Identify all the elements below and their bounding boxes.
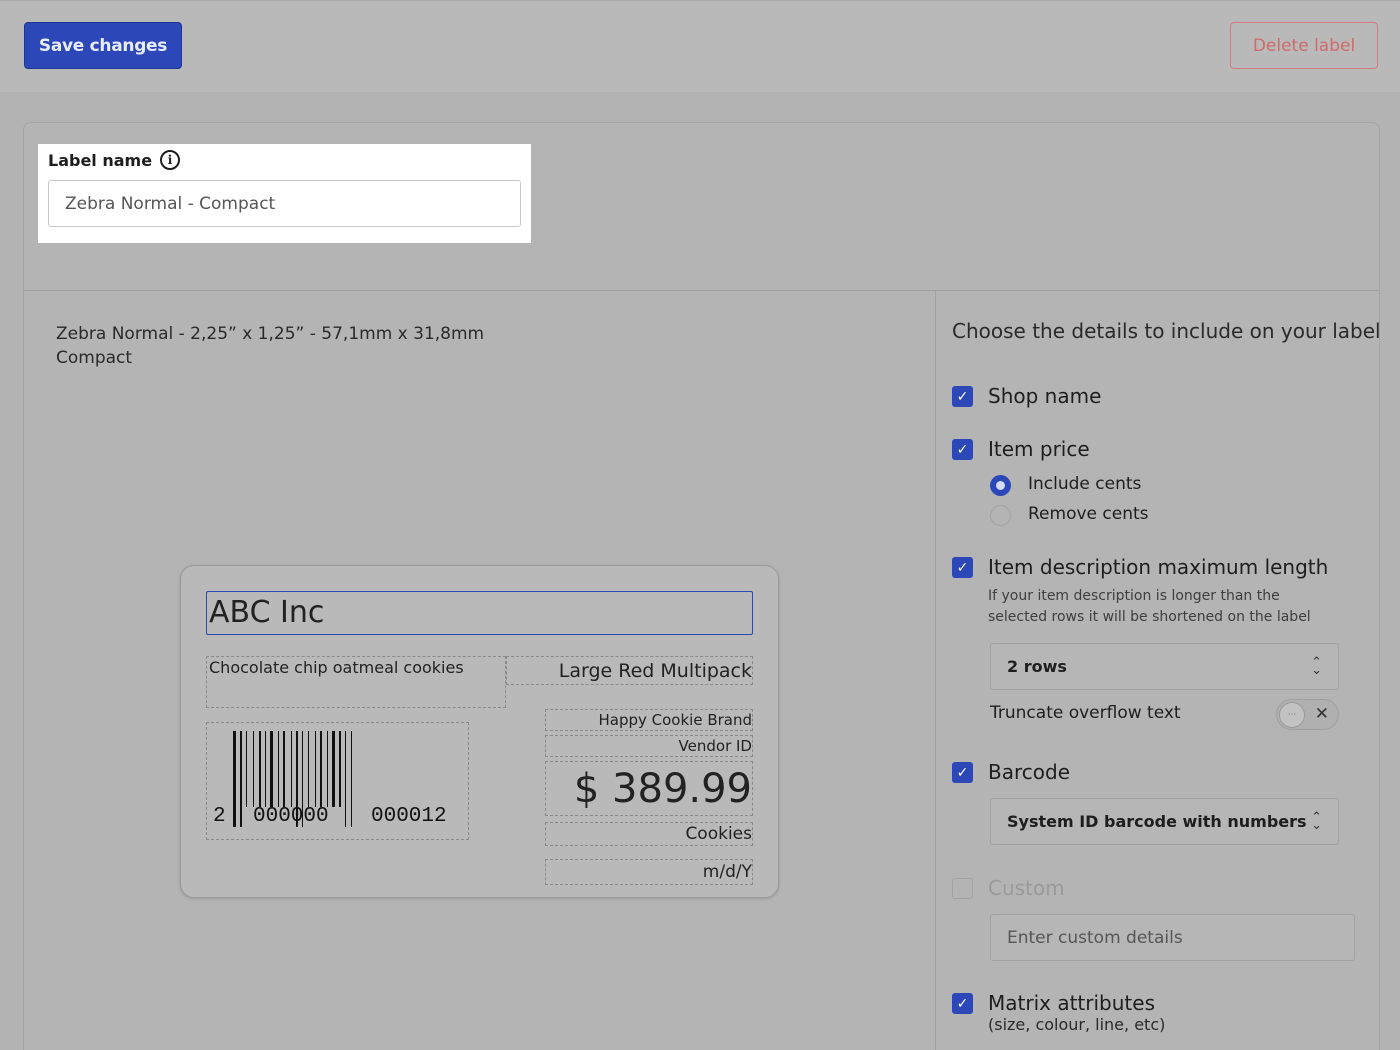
info-icon[interactable]: i	[160, 150, 181, 170]
barcode-bar	[308, 731, 309, 807]
barcode-left-digits: 000000	[253, 805, 329, 828]
barcode-bar	[246, 731, 247, 807]
close-icon: ✕	[1314, 704, 1329, 724]
item-price-checkbox[interactable]: ✓	[952, 439, 973, 460]
barcode-bar	[351, 731, 352, 827]
preview-shop-name[interactable]: ABC Inc	[206, 591, 753, 635]
matrix-attributes-sub: (size, colour, line, etc)	[988, 1015, 1166, 1034]
label-name-heading: Label name i	[48, 150, 181, 170]
barcode-bar	[320, 731, 322, 807]
barcode-bar	[233, 731, 236, 827]
matrix-attributes-label[interactable]: Matrix attributes	[988, 991, 1155, 1015]
preview-category[interactable]: Cookies	[545, 822, 753, 846]
shop-name-checkbox[interactable]: ✓	[952, 386, 973, 407]
barcode-bar	[253, 731, 254, 807]
preview-vendor-id[interactable]: Vendor ID	[545, 735, 753, 757]
preview-variant[interactable]: Large Red Multipack	[506, 656, 753, 685]
barcode-bar	[327, 731, 328, 807]
barcode-bar	[283, 731, 285, 807]
label-size-line: Zebra Normal - 2,25” x 1,25” - 57,1mm x …	[56, 324, 485, 344]
label-name-input[interactable]	[48, 180, 521, 227]
barcode-bar	[345, 731, 346, 827]
include-cents-radio[interactable]	[990, 475, 1011, 496]
barcode-prefix: 2	[213, 805, 226, 828]
matrix-attributes-checkbox[interactable]: ✓	[952, 993, 973, 1014]
item-price-label[interactable]: Item price	[988, 437, 1090, 461]
toggle-knob: ···	[1279, 702, 1305, 728]
barcode-bar	[259, 731, 261, 807]
divider	[24, 290, 1379, 291]
label-preview: ABC Inc Chocolate chip oatmeal cookies L…	[180, 565, 779, 898]
save-changes-button[interactable]: Save changes	[24, 22, 182, 69]
shop-name-label[interactable]: Shop name	[988, 384, 1101, 408]
select-chevron-icon: ⌃ ⌄	[1311, 809, 1322, 833]
custom-label[interactable]: Custom	[988, 876, 1065, 900]
options-title: Choose the details to include on your la…	[952, 319, 1381, 343]
item-description-hint: If your item description is longer than …	[988, 588, 1311, 625]
label-name-title: Label name	[48, 150, 153, 170]
remove-cents-radio[interactable]	[990, 505, 1011, 526]
rows-select[interactable]: 2 rows ⌃ ⌄	[990, 643, 1339, 690]
select-chevron-icon: ⌃ ⌄	[1311, 654, 1322, 678]
barcode-type-value: System ID barcode with numbers	[1007, 812, 1307, 831]
barcode-right-digits: 000012	[371, 805, 447, 828]
item-description-label[interactable]: Item description maximum length	[988, 555, 1328, 579]
preview-date[interactable]: m/d/Y	[545, 859, 753, 885]
truncate-label: Truncate overflow text	[990, 703, 1181, 723]
label-size-info: Zebra Normal - 2,25” x 1,25” - 57,1mm x …	[56, 322, 484, 370]
preview-barcode[interactable]: 2 000000 000012	[206, 722, 469, 840]
barcode-label[interactable]: Barcode	[988, 760, 1070, 784]
label-name-panel: Label name i	[38, 144, 531, 243]
remove-cents-label[interactable]: Remove cents	[1028, 504, 1149, 524]
barcode-bar	[265, 731, 266, 807]
rows-select-value: 2 rows	[1007, 657, 1067, 676]
preview-price[interactable]: $ 389.99	[545, 761, 753, 816]
divider	[935, 291, 936, 1050]
include-cents-label[interactable]: Include cents	[1028, 474, 1141, 494]
barcode-bar	[270, 731, 273, 807]
custom-checkbox[interactable]	[952, 878, 973, 899]
truncate-toggle[interactable]: ··· ✕	[1276, 699, 1339, 730]
barcode-bar	[240, 731, 242, 827]
label-size-variant: Compact	[56, 348, 133, 368]
barcode-type-select[interactable]: System ID barcode with numbers ⌃ ⌄	[990, 798, 1339, 845]
barcode-bar	[278, 731, 279, 807]
barcode-bar	[339, 731, 341, 807]
preview-description[interactable]: Chocolate chip oatmeal cookies	[206, 656, 506, 708]
barcode-bar	[291, 731, 292, 807]
preview-brand[interactable]: Happy Cookie Brand	[545, 709, 753, 731]
barcode-bar	[332, 731, 335, 807]
delete-label-button[interactable]: Delete label	[1230, 22, 1378, 69]
item-description-checkbox[interactable]: ✓	[952, 557, 973, 578]
barcode-bar	[315, 731, 316, 807]
custom-details-input[interactable]	[990, 914, 1355, 961]
top-toolbar: Save changes Delete label	[0, 0, 1400, 92]
barcode-checkbox[interactable]: ✓	[952, 762, 973, 783]
